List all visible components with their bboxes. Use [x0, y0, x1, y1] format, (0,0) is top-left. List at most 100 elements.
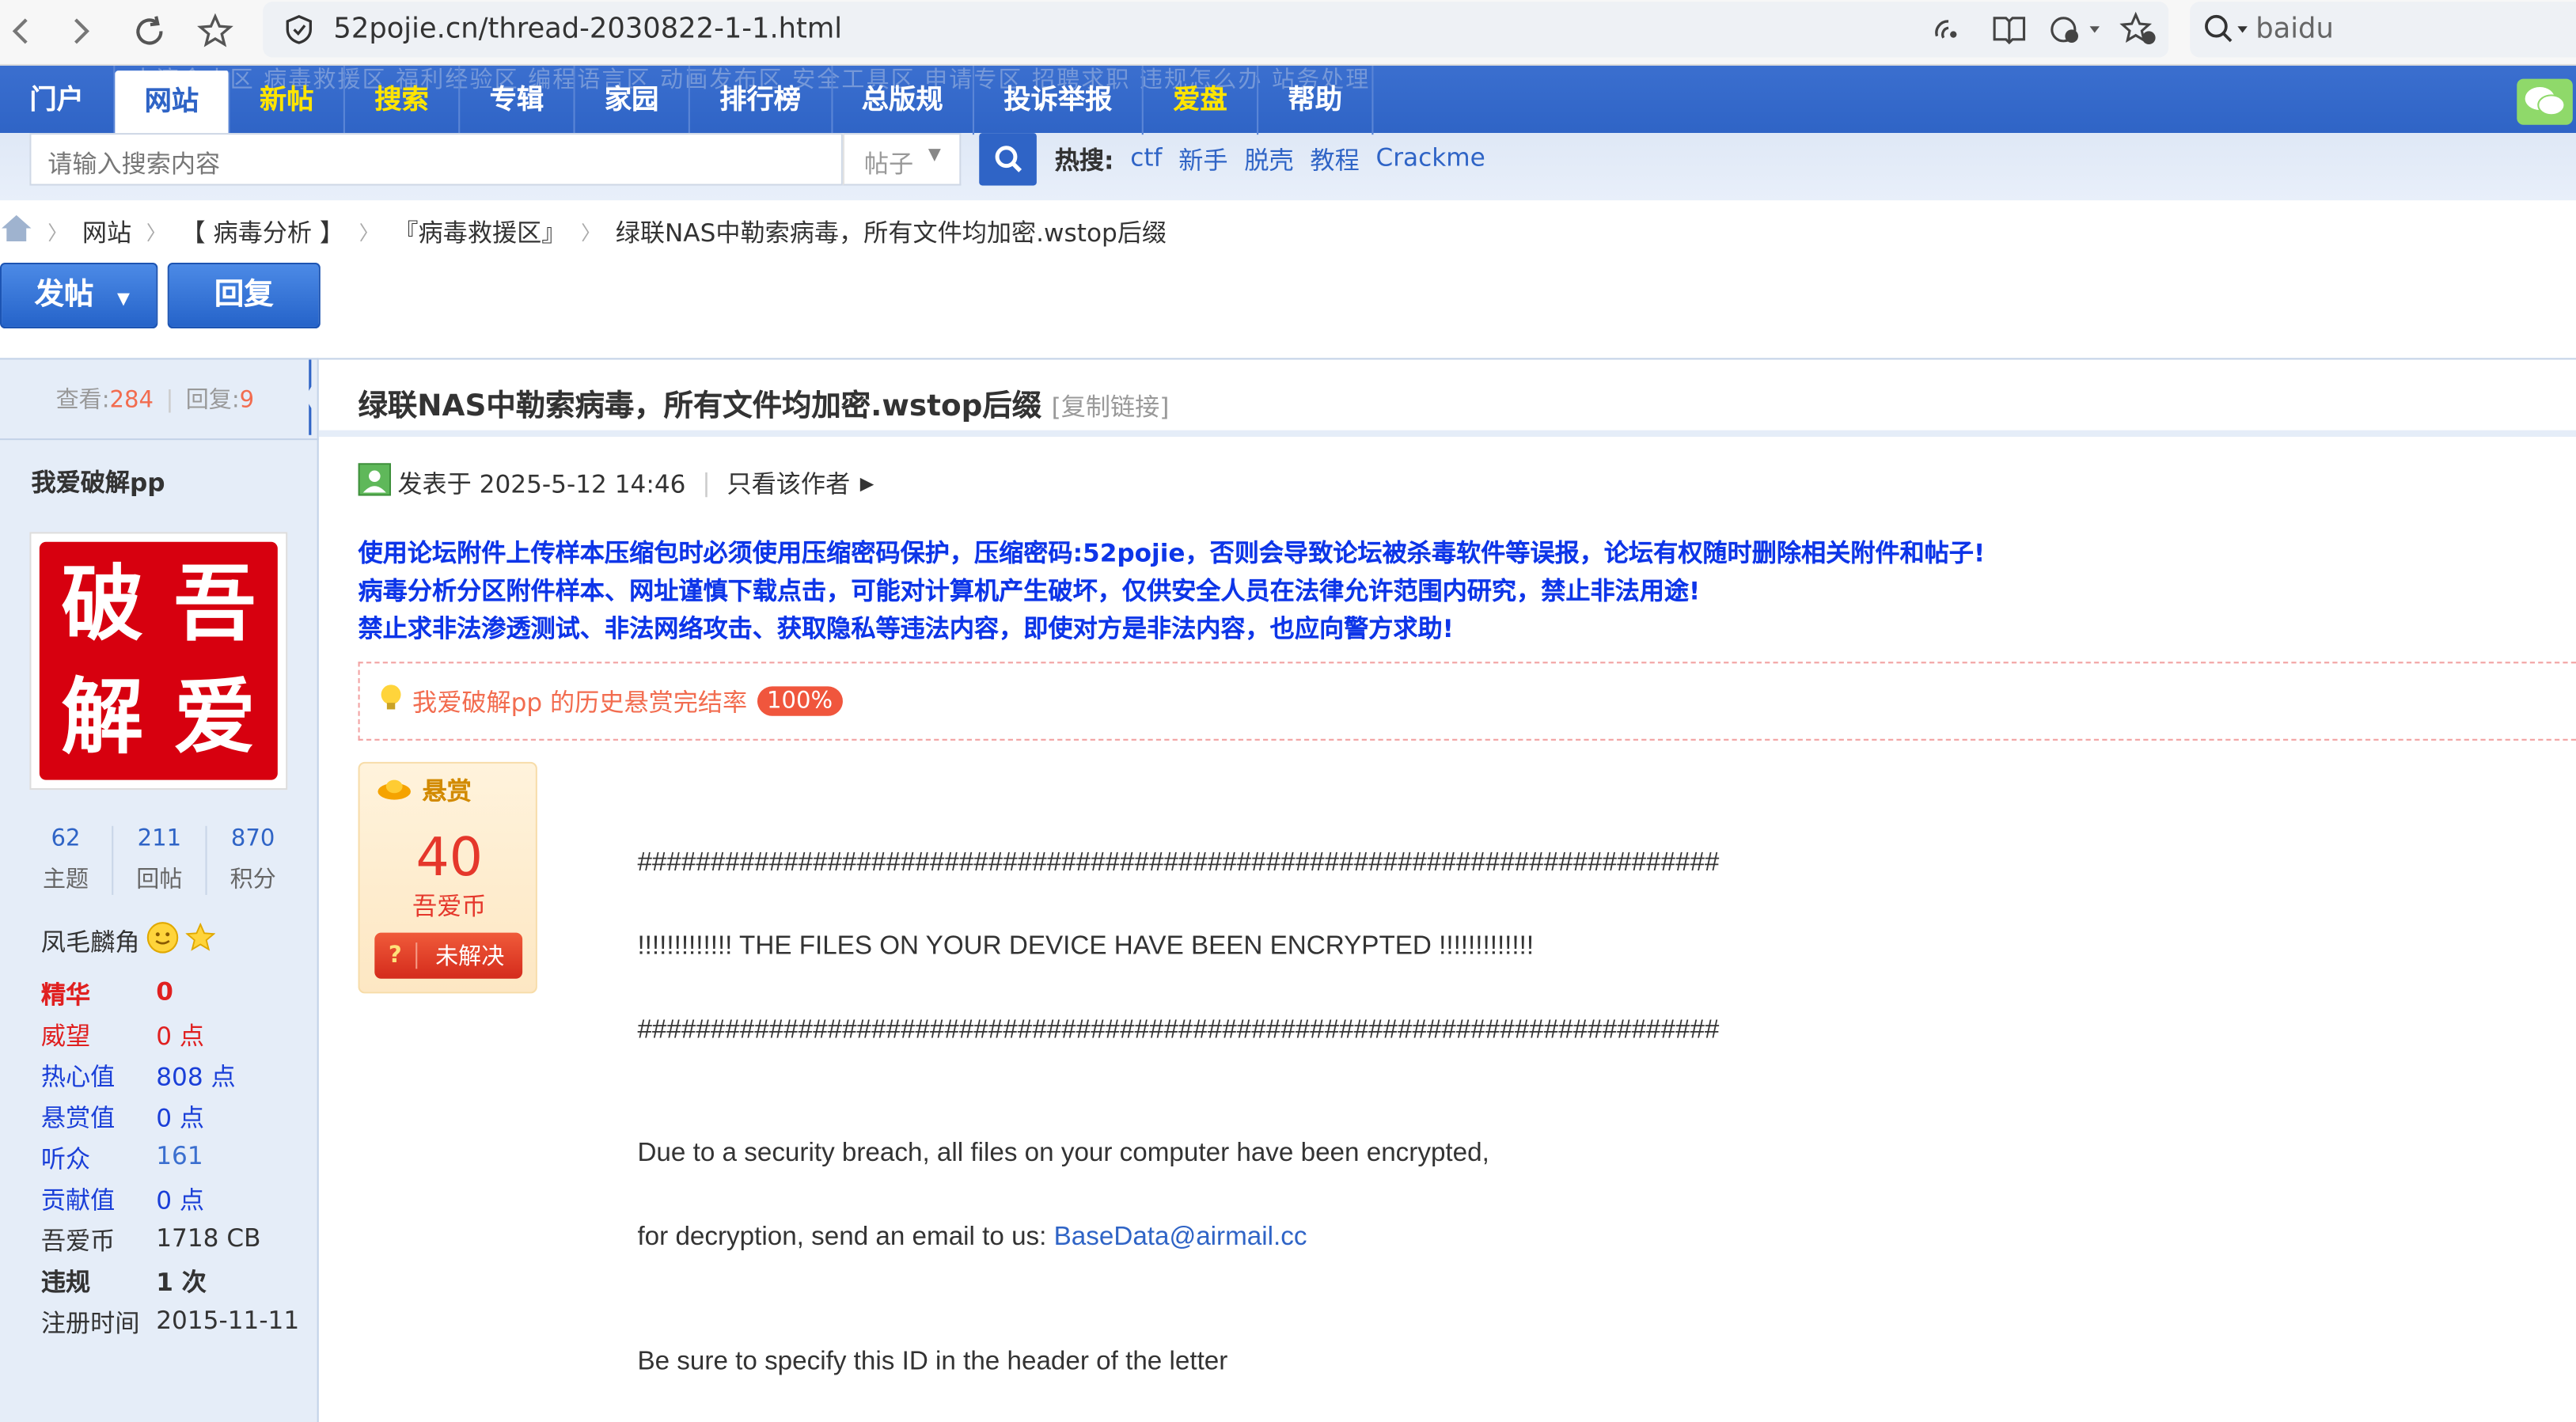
- email-link[interactable]: BaseData@airmail.cc: [1054, 1223, 1307, 1251]
- nav-rules[interactable]: 总版规: [832, 66, 975, 135]
- search-scope-select[interactable]: 帖子 ▼: [842, 133, 962, 186]
- nav-ranking[interactable]: 排行榜: [690, 66, 833, 135]
- nav-help[interactable]: 帮助: [1258, 66, 1374, 135]
- ransom-line: Be sure to specify this ID in the header…: [637, 1348, 1228, 1376]
- address-bar[interactable]: 52pojie.cn/thread-2030822-1-1.html: [263, 2, 2169, 58]
- user-info-key: 吾爱币: [40, 1227, 116, 1257]
- hot-term-crackme[interactable]: Crackme: [1376, 143, 1485, 178]
- user-icon: [358, 463, 392, 502]
- only-author-link[interactable]: 只看该作者: [727, 465, 851, 500]
- avatar-char: 爱: [173, 667, 256, 764]
- topics-count: 62: [51, 825, 81, 852]
- forum-warning: 使用论坛附件上传样本压缩包时必须使用压缩密码保护，压缩密码:52pojie，否则…: [359, 535, 1986, 648]
- url-text: 52pojie.cn/thread-2030822-1-1.html: [333, 13, 843, 47]
- user-info-value: 0 点: [156, 1021, 205, 1052]
- posts-count: 211: [137, 825, 182, 852]
- main-nav: 门户 网站 新帖 搜索 专辑 家园 排行榜 总版规 投诉举报 爱盘 帮助: [0, 66, 1374, 135]
- page: 52pojie.cn/thread-2030822-1-1.html baidu…: [0, 0, 2576, 1422]
- replies-label: 回复:: [185, 387, 240, 414]
- breadcrumb-virus-rescue[interactable]: 『病毒救援区』: [393, 214, 566, 249]
- nav-search[interactable]: 搜索: [345, 66, 461, 135]
- reward-history: 我爱破解pp 的历史悬赏完结率 100%: [358, 662, 2576, 741]
- user-topics[interactable]: 62 主题: [20, 825, 114, 895]
- user-info-key: 听众: [40, 1144, 91, 1174]
- user-info-key: 精华: [40, 980, 91, 1011]
- copy-link[interactable]: [复制链接]: [1052, 392, 1170, 422]
- bounty-status: 未解决: [435, 944, 505, 971]
- search-icon: [2203, 13, 2252, 53]
- home-icon[interactable]: [0, 214, 33, 250]
- thread-title-text: 绿联NAS中勒索病毒，所有文件均加密.wstop后缀: [358, 389, 1042, 424]
- avatar[interactable]: 破 吾 解 爱: [29, 532, 288, 791]
- views-count: 284: [109, 387, 154, 414]
- topics-label: 主题: [42, 866, 89, 893]
- user-info-row: 悬赏值 0 点: [41, 1100, 299, 1141]
- author-name[interactable]: 我爱破解pp: [31, 465, 165, 499]
- reload-icon[interactable]: [128, 9, 171, 52]
- user-info-value: 161: [156, 1141, 203, 1171]
- forum-search-input[interactable]: 请输入搜索内容: [29, 133, 843, 186]
- breadcrumb-virus-analysis[interactable]: 【 病毒分析 】: [180, 214, 344, 249]
- thread-title-bar: 绿联NAS中勒索病毒，所有文件均加密.wstop后缀 [复制链接]: [299, 358, 2576, 437]
- chevron-down-icon: ▼: [116, 290, 130, 309]
- hot-search: 热搜: ctf 新手 脱壳 教程 Crackme: [1055, 143, 1485, 178]
- breadcrumb-site[interactable]: 网站: [82, 214, 131, 249]
- thread-stats: 查看:284 | 回复:9: [55, 387, 255, 414]
- nav-site[interactable]: 网站: [115, 70, 230, 135]
- breadcrumb: 〉 网站 〉 【 病毒分析 】 〉 『病毒救援区』 〉 绿联NAS中勒索病毒，所…: [0, 214, 1167, 250]
- extensions-icon[interactable]: [2047, 12, 2104, 55]
- breadcrumb-separator: 〉: [359, 221, 379, 245]
- user-info-row: 注册时间 2015-11-11: [41, 1306, 299, 1347]
- nav-new-posts[interactable]: 新帖: [230, 66, 345, 135]
- nav-report[interactable]: 投诉举报: [974, 66, 1144, 135]
- hot-term-tutorial[interactable]: 教程: [1310, 143, 1359, 178]
- user-rank: 凤毛麟角: [41, 921, 216, 961]
- breadcrumb-thread[interactable]: 绿联NAS中勒索病毒，所有文件均加密.wstop后缀: [616, 214, 1167, 249]
- reward-rate-badge: 100%: [757, 686, 843, 716]
- play-arrow-icon: ▶: [859, 472, 874, 494]
- forward-icon[interactable]: [59, 9, 102, 52]
- favorites-icon[interactable]: [2119, 11, 2159, 55]
- user-posts[interactable]: 211 回帖: [113, 825, 207, 895]
- user-info-key: 热心值: [40, 1062, 116, 1092]
- hot-term-unpack[interactable]: 脱壳: [1244, 143, 1293, 178]
- search-button[interactable]: [979, 133, 1037, 186]
- wechat-icon[interactable]: [2517, 78, 2573, 125]
- read-aloud-icon[interactable]: [1930, 13, 1967, 53]
- ransom-line-text: for decryption, send an email to us:: [637, 1223, 1054, 1252]
- meta-separator: |: [702, 468, 711, 498]
- user-info-key: 违规: [40, 1267, 91, 1298]
- gold-ingot-icon: [376, 774, 412, 807]
- breadcrumb-separator: 〉: [47, 221, 68, 245]
- user-info-value: 0: [156, 976, 173, 1007]
- avatar-char: 解: [61, 667, 144, 764]
- nav-home[interactable]: 家园: [575, 66, 690, 135]
- divider: [0, 438, 319, 441]
- new-post-button[interactable]: 发帖 ▼: [0, 263, 158, 329]
- posts-label: 回帖: [136, 866, 183, 893]
- browser-search-box[interactable]: baidu: [2190, 2, 2576, 58]
- replies-count: 9: [239, 387, 255, 414]
- user-info-row: 吾爱币 1718 CB: [41, 1223, 299, 1265]
- nav-portal[interactable]: 门户: [0, 66, 116, 135]
- back-icon[interactable]: [0, 9, 43, 52]
- ransom-line: Due to a security breach, all files on y…: [637, 1139, 1489, 1168]
- avatar-char: 吾: [173, 555, 256, 652]
- hot-term-ctf[interactable]: ctf: [1130, 143, 1162, 178]
- bounty-label: 悬赏: [422, 776, 472, 806]
- shield-icon: [283, 13, 316, 53]
- user-info-row: 热心值 808 点: [41, 1059, 299, 1100]
- star-icon: [185, 922, 216, 959]
- reply-button[interactable]: 回复: [167, 263, 321, 329]
- bookmark-star-icon[interactable]: [194, 9, 237, 52]
- views-label: 查看:: [55, 387, 110, 414]
- user-points[interactable]: 870 积分: [207, 826, 299, 895]
- reward-history-text: 我爱破解pp 的历史悬赏完结率: [412, 687, 748, 717]
- hot-term-newbie[interactable]: 新手: [1178, 143, 1227, 178]
- user-info-row: 听众 161: [41, 1141, 299, 1182]
- nav-albums[interactable]: 专辑: [460, 66, 575, 135]
- user-info-value: 1 次: [156, 1267, 207, 1298]
- nav-aipan[interactable]: 爱盘: [1144, 66, 1259, 135]
- avatar-char: 破: [61, 555, 144, 652]
- reader-mode-icon[interactable]: [1991, 13, 2028, 53]
